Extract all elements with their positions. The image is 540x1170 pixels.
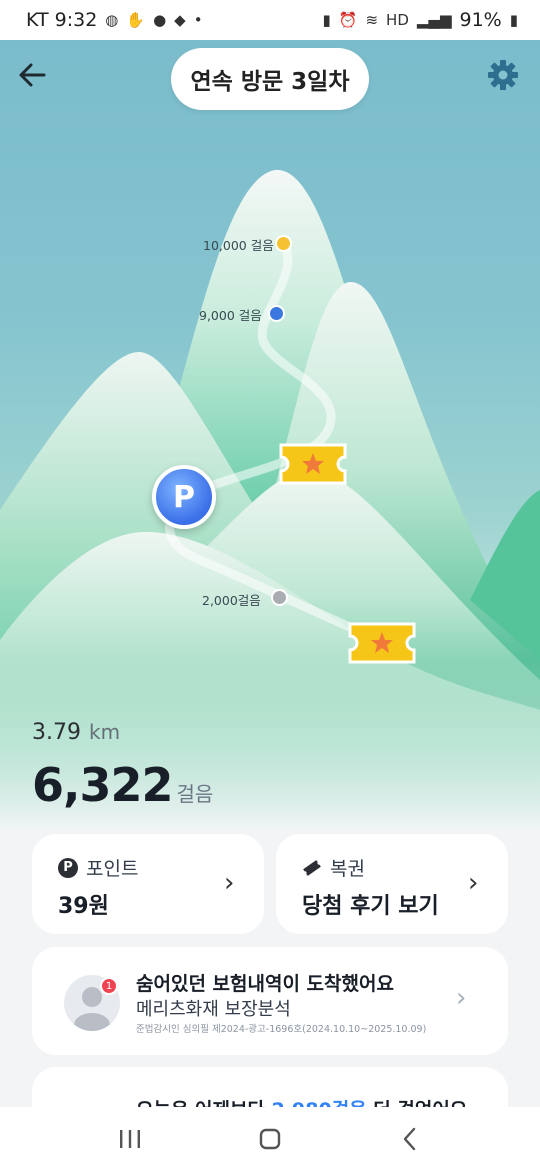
milestone-dot-2000[interactable] xyxy=(271,589,288,606)
ticket-icon xyxy=(348,622,416,664)
talk-icon: ◆ xyxy=(174,11,186,29)
chat-icon: ● xyxy=(153,11,167,29)
mountains-illustration xyxy=(0,169,540,830)
steps-display: 6,322 걸음 xyxy=(32,758,213,812)
page-title: 연속 방문 3일차 xyxy=(171,48,369,110)
globe-icon: ◍ xyxy=(105,11,119,29)
lottery-card-title-row: 복권 xyxy=(302,854,365,881)
chevron-right-icon: › xyxy=(468,868,479,898)
lottery-ticket-upper[interactable] xyxy=(277,441,349,487)
home-button[interactable] xyxy=(250,1119,290,1159)
battery-icon: ▮ xyxy=(509,11,518,29)
point-icon: P xyxy=(58,857,78,878)
signal-icon: ▂▄▆ xyxy=(416,11,452,29)
back-arrow-icon xyxy=(19,63,46,87)
lottery-card[interactable]: 복권 당첨 후기 보기 › xyxy=(276,834,508,934)
milestone-dot-9000[interactable] xyxy=(268,305,285,322)
chevron-right-icon: › xyxy=(224,868,235,898)
milestone-label-9000: 9,000 걸음 xyxy=(199,308,262,323)
lottery-ticket-lower[interactable] xyxy=(346,620,418,666)
insurance-disclaimer: 준법감시인 심의필 제2024-광고-1696호(2024.10.10~2025… xyxy=(136,1024,427,1035)
current-position-marker[interactable]: P xyxy=(152,465,216,529)
home-icon xyxy=(259,1128,281,1149)
milestone-label-2000: 2,000걸음 xyxy=(202,593,261,608)
back-button[interactable] xyxy=(16,58,50,92)
distance-value: 3.79 xyxy=(32,720,81,745)
back-nav-button[interactable] xyxy=(390,1119,430,1159)
recent-apps-icon xyxy=(120,1129,140,1148)
milestone-label-10000: 10,000 걸음 xyxy=(203,238,274,253)
distance-unit: km xyxy=(88,720,121,744)
battery-text: 91% xyxy=(459,9,502,31)
distance-display: 3.79 km xyxy=(32,720,120,745)
points-card-title: 포인트 xyxy=(86,858,139,880)
insurance-subtitle: 메리츠화재 보장분석 xyxy=(136,999,291,1020)
milestone-dot-10000[interactable] xyxy=(275,235,292,252)
ticket-icon xyxy=(303,859,321,876)
lottery-card-title: 복권 xyxy=(330,858,365,880)
chevron-left-icon xyxy=(403,1127,416,1150)
points-card[interactable]: P 포인트 39원 › xyxy=(32,834,264,934)
insurance-card[interactable]: 1 숨어있던 보험내역이 도착했어요 메리츠화재 보장분석 준법감시인 심의필 … xyxy=(32,947,508,1055)
settings-button[interactable] xyxy=(486,58,520,92)
points-card-title-row: P 포인트 xyxy=(58,854,138,881)
dot-icon: • xyxy=(193,11,203,29)
hero-illustration: 연속 방문 3일차 10,000 걸음 9,000 걸음 2,000걸음 P xyxy=(0,40,540,830)
sim-icon: ▮ xyxy=(322,11,331,29)
lottery-card-value: 당첨 후기 보기 xyxy=(302,894,439,919)
chevron-right-icon: › xyxy=(456,983,467,1013)
steps-unit: 걸음 xyxy=(176,782,214,806)
steps-value: 6,322 xyxy=(32,758,174,812)
gear-icon xyxy=(488,60,518,90)
alarm-icon: ⏰ xyxy=(338,11,358,29)
notification-badge: 1 xyxy=(100,977,118,995)
system-nav-bar xyxy=(0,1107,540,1170)
wifi-icon: ≋ xyxy=(365,11,379,29)
recent-apps-button[interactable] xyxy=(110,1119,150,1159)
carrier-time: KT 9:32 xyxy=(26,9,98,31)
ticket-icon xyxy=(279,443,347,485)
points-card-value: 39원 xyxy=(58,894,109,919)
insurance-title: 숨어있던 보험내역이 도착했어요 xyxy=(136,973,394,995)
hand-icon: ✋ xyxy=(126,11,146,29)
status-bar: KT 9:32 ◍ ✋ ● ◆ • ▮ ⏰ ≋ HD ▂▄▆ 91% ▮ xyxy=(0,0,540,40)
hd-icon: HD xyxy=(386,11,409,29)
